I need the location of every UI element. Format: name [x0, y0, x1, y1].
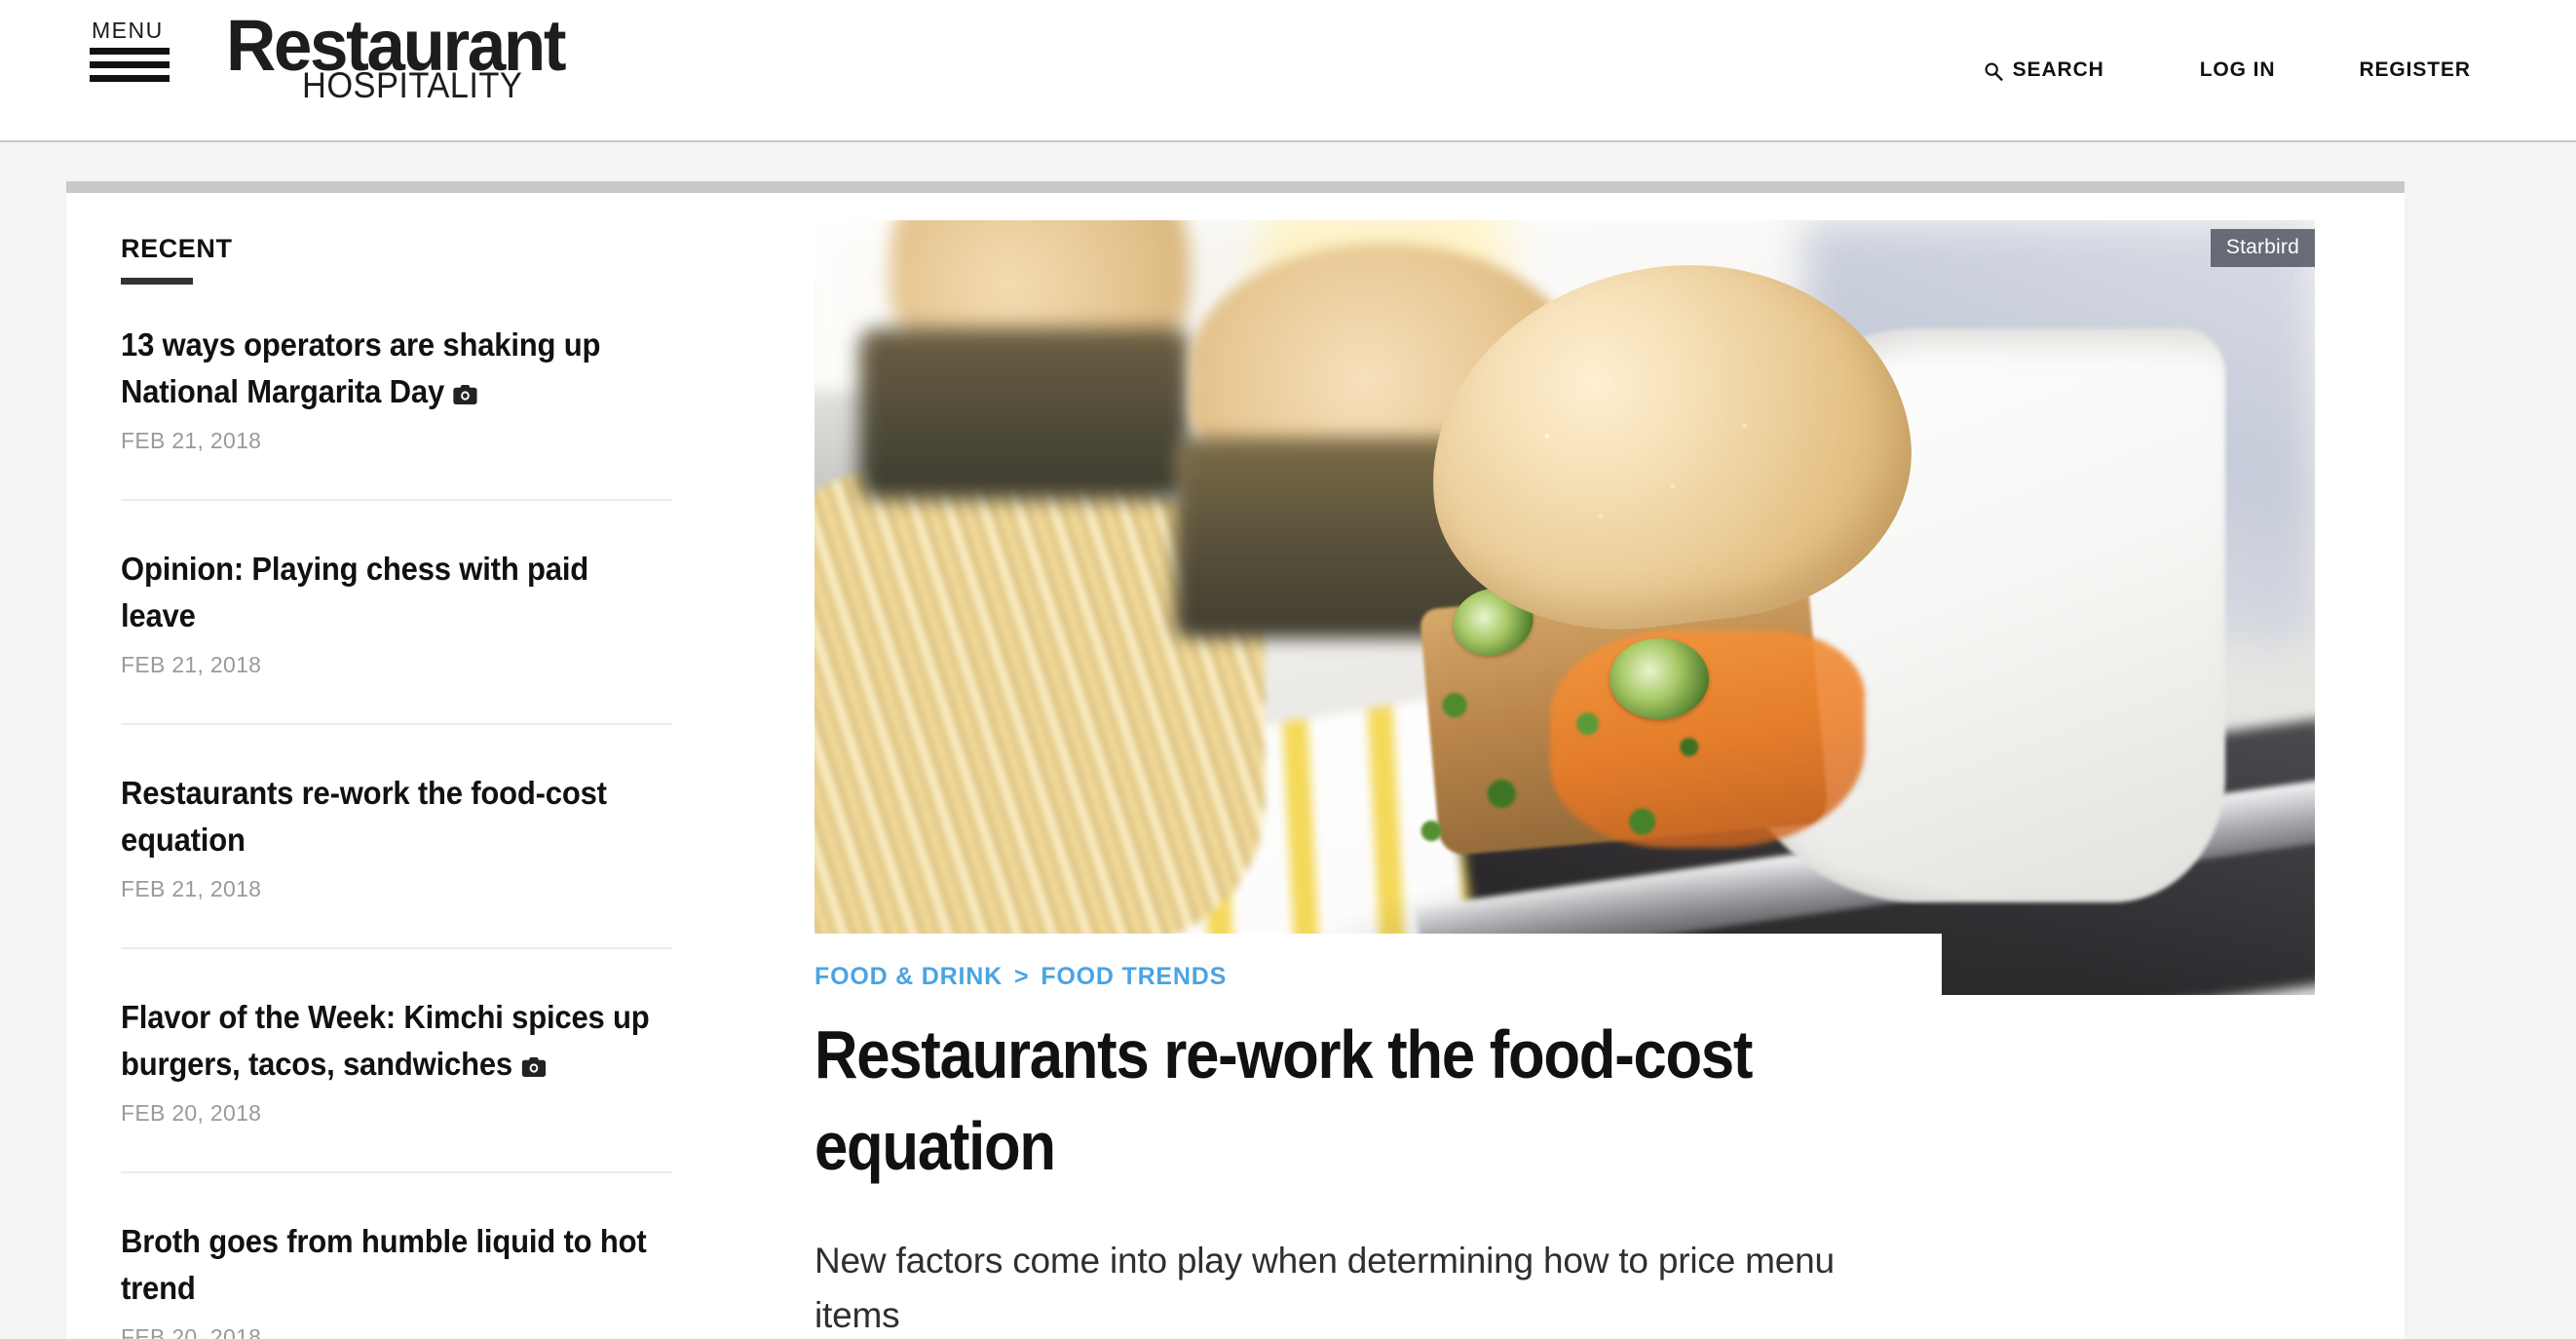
- search-button[interactable]: SEARCH: [1984, 58, 2104, 82]
- search-label: SEARCH: [2012, 58, 2104, 81]
- list-item[interactable]: Restaurants re-work the food-cost equati…: [121, 723, 672, 947]
- recent-heading-underline: [121, 278, 193, 285]
- article-deck: New factors come into play when determin…: [814, 1241, 1835, 1335]
- list-item-title: Opinion: Playing chess with paid leave: [121, 551, 589, 633]
- hamburger-icon: [90, 48, 183, 82]
- headline-block: FOOD & DRINK > FOOD TRENDS Restaurants re-…: [748, 934, 1942, 1192]
- recent-article-list: 13 ways operators are shaking up Nationa…: [121, 322, 672, 1339]
- breadcrumb: FOOD & DRINK > FOOD TRENDS: [814, 963, 1903, 991]
- camera-icon: [521, 1057, 546, 1077]
- breadcrumb-primary[interactable]: FOOD & DRINK: [814, 963, 1003, 990]
- search-icon: [1984, 61, 2003, 81]
- camera-icon: [453, 385, 477, 404]
- list-item[interactable]: Flavor of the Week: Kimchi spices up bur…: [121, 947, 672, 1171]
- list-item-title: Broth goes from humble liquid to hot tre…: [121, 1223, 647, 1306]
- hamburger-bar: [90, 61, 170, 68]
- list-item-date: FEB 20, 2018: [121, 1100, 262, 1126]
- image-credit-badge: Starbird: [2210, 229, 2315, 267]
- list-item-date: FEB 20, 2018: [121, 1324, 262, 1339]
- page-body: RECENT 13 ways operators are shaking up …: [0, 142, 2576, 1339]
- list-item-date: FEB 21, 2018: [121, 652, 262, 677]
- list-item-date: FEB 21, 2018: [121, 876, 262, 901]
- menu-label: MENU: [92, 18, 164, 43]
- article-headline: Restaurants re-work the food-cost equati…: [814, 1016, 1753, 1184]
- hero-photo-illustration: [814, 220, 2315, 995]
- hero-image: Starbird: [814, 220, 2315, 995]
- content-card: RECENT 13 ways operators are shaking up …: [66, 181, 2405, 1339]
- register-link[interactable]: REGISTER: [2359, 58, 2471, 82]
- list-item-title: Flavor of the Week: Kimchi spices up bur…: [121, 999, 650, 1082]
- hamburger-bar: [90, 48, 170, 55]
- logo-secondary-text: HOSPITALITY: [302, 65, 523, 105]
- recent-heading: RECENT: [121, 234, 233, 263]
- list-item-date: FEB 21, 2018: [121, 428, 262, 453]
- breadcrumb-secondary[interactable]: FOOD TRENDS: [1041, 963, 1227, 990]
- hamburger-bar: [90, 75, 170, 82]
- recent-sidebar: RECENT 13 ways operators are shaking up …: [66, 193, 748, 1339]
- list-item-title: Restaurants re-work the food-cost equati…: [121, 775, 607, 858]
- login-link[interactable]: LOG IN: [2200, 58, 2276, 82]
- list-item[interactable]: 13 ways operators are shaking up Nationa…: [121, 322, 672, 499]
- menu-toggle-button[interactable]: MENU: [90, 18, 183, 82]
- list-item[interactable]: Broth goes from humble liquid to hot tre…: [121, 1171, 672, 1339]
- header-nav: SEARCH LOG IN REGISTER: [1984, 0, 2471, 140]
- list-item-title: 13 ways operators are shaking up Nationa…: [121, 326, 601, 409]
- list-item[interactable]: Opinion: Playing chess with paid leave F…: [121, 499, 672, 723]
- site-header: MENU Restaurant HOSPITALITY SEARCH LOG I…: [0, 0, 2576, 142]
- site-logo[interactable]: Restaurant HOSPITALITY: [226, 10, 684, 119]
- article-main: Starbird FOOD & DRINK > FOOD TRENDS Restau…: [748, 193, 2405, 1339]
- breadcrumb-separator: >: [1013, 963, 1030, 990]
